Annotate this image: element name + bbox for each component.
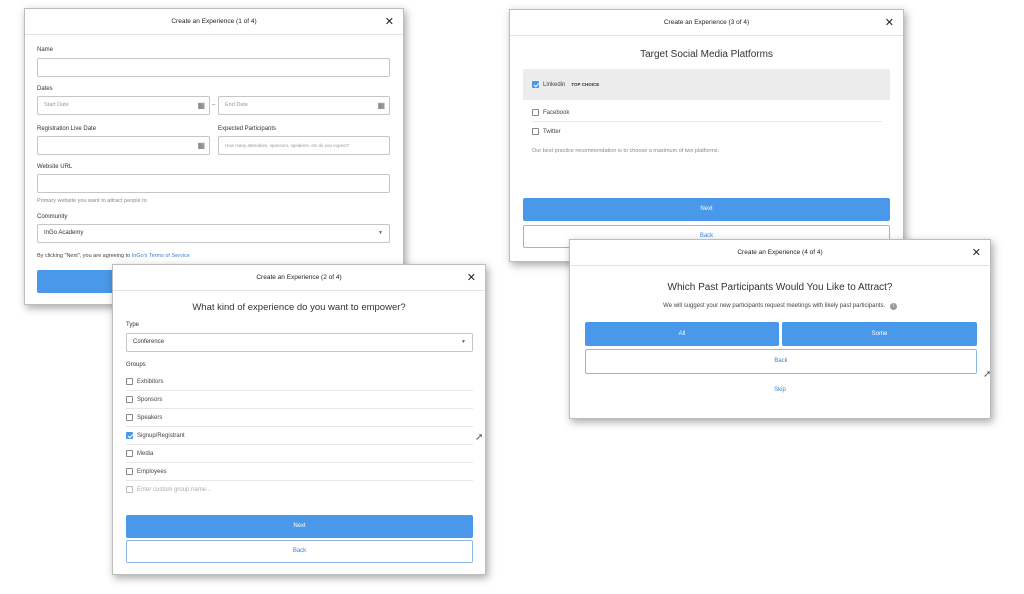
step2-next-button[interactable]: Next [126,515,473,538]
calendar-icon[interactable]: ▦ [197,140,205,151]
platform-recommendation: Our best practice recommendation is to c… [532,148,720,154]
employees-checkbox[interactable] [126,468,133,475]
step2-header: Create an Experience (2 of 4) ✕ [113,265,485,291]
community-select[interactable]: InGo Academy ▼ [37,224,390,243]
step3-next-button[interactable]: Next [523,198,890,221]
terms-link[interactable]: InGo's Terms of Service [132,253,190,259]
info-icon[interactable]: i [889,303,897,310]
platform-twitter-row[interactable]: Twitter [532,123,882,141]
group-label: Sponsors [137,397,163,403]
speakers-checkbox[interactable] [126,414,133,421]
platform-linkedin-row[interactable]: Linkedin TOP CHOICE [532,76,882,94]
step4-title: Create an Experience (4 of 4) [737,249,823,256]
step3-header: Create an Experience (3 of 4) ✕ [510,10,903,36]
step3-title: Create an Experience (3 of 4) [663,19,750,26]
facebook-label: Facebook [543,110,570,116]
step1-modal: Create an Experience (1 of 4) ✕ Name Dat… [24,8,404,305]
group-label: Speakers [137,415,163,421]
all-button[interactable]: All [585,322,779,346]
top-choice-badge: TOP CHOICE [571,82,600,87]
step1-next-button[interactable] [37,270,117,293]
type-value: Conference [133,339,165,345]
type-select[interactable]: Conference ▼ [126,333,473,352]
step4-modal: Create an Experience (4 of 4) ✕ Which Pa… [569,239,991,419]
dates-label: Dates [37,86,53,92]
community-label: Community [37,214,68,220]
step1-header: Create an Experience (1 of 4) ✕ [25,9,403,35]
group-row-signup[interactable]: Signup/Registrant [126,427,473,445]
sponsors-checkbox[interactable] [126,396,133,403]
community-value: InGo Academy [44,230,84,236]
step4-heading: Which Past Participants Would You Like t… [667,282,893,293]
step3-modal: Create an Experience (3 of 4) ✕ Target S… [509,9,904,262]
calendar-icon[interactable]: ▦ [197,100,205,111]
exhibitors-checkbox[interactable] [126,378,133,385]
groups-label: Groups [126,362,146,368]
skip-link[interactable]: Skip [750,387,810,393]
mouse-cursor-icon: ➚ [983,369,992,380]
step2-modal: Create an Experience (2 of 4) ✕ What kin… [112,264,486,575]
group-label: Media [137,451,154,457]
step3-close-icon[interactable]: ✕ [885,10,894,36]
chevron-down-icon: ▼ [461,339,466,345]
chevron-down-icon: ▼ [378,230,383,236]
custom-group-row[interactable]: Enter custom group name... [126,481,473,499]
media-checkbox[interactable] [126,450,133,457]
calendar-icon[interactable]: ▦ [377,100,385,111]
step2-heading: What kind of experience do you want to e… [192,302,406,313]
some-button[interactable]: Some [782,322,977,346]
terms-prefix: By clicking "Next", you are agreeing to [37,253,132,259]
group-row-sponsors[interactable]: Sponsors [126,391,473,409]
date-separator: – [212,102,216,108]
website-hint: Primary website you want to attract peop… [37,198,147,204]
step2-close-icon[interactable]: ✕ [467,265,476,291]
group-label: Signup/Registrant [137,433,185,439]
mouse-cursor-icon: ➚ [475,432,484,443]
group-row-media[interactable]: Media [126,445,473,463]
website-input[interactable] [37,174,390,193]
twitter-label: Twitter [543,129,561,135]
step4-close-icon[interactable]: ✕ [972,240,981,266]
registration-label: Registration Live Date [37,126,97,132]
name-label: Name [37,47,54,53]
start-date-input[interactable]: Start Date ▦ [37,96,210,115]
step1-close-icon[interactable]: ✕ [385,9,394,35]
step4-back-button[interactable]: Back [585,349,977,374]
terms-text: By clicking "Next", you are agreeing to … [37,253,190,259]
step4-subtext-row: We will suggest your new participants re… [570,303,990,310]
linkedin-checkbox[interactable] [532,81,539,88]
custom-group-checkbox[interactable] [126,486,133,493]
linkedin-label: Linkedin [543,82,566,88]
participants-input[interactable]: How many attendees, sponsors, speakers, … [218,136,390,155]
step3-heading: Target Social Media Platforms [640,49,773,60]
group-row-employees[interactable]: Employees [126,463,473,481]
group-label: Employees [137,469,167,475]
name-input[interactable] [37,58,390,77]
type-label: Type [126,322,140,328]
end-date-placeholder: End Date [225,102,248,108]
group-row-speakers[interactable]: Speakers [126,409,473,427]
step2-title: Create an Experience (2 of 4) [256,274,342,281]
twitter-checkbox[interactable] [532,128,539,135]
registration-date-input[interactable]: ▦ [37,136,210,155]
custom-group-input[interactable]: Enter custom group name... [137,481,211,499]
step4-subtext: We will suggest your new participants re… [663,303,886,309]
start-date-placeholder: Start Date [44,102,69,108]
step4-header: Create an Experience (4 of 4) ✕ [570,240,990,266]
signup-checkbox[interactable] [126,432,133,439]
step1-title: Create an Experience (1 of 4) [171,18,257,25]
participants-label: Expected Participants [218,126,277,132]
end-date-input[interactable]: End Date ▦ [218,96,390,115]
group-label: Exhibitors [137,379,164,385]
platform-facebook-row[interactable]: Facebook [532,104,882,122]
facebook-checkbox[interactable] [532,109,539,116]
step2-back-button[interactable]: Back [126,540,473,563]
website-label: Website URL [37,164,73,170]
group-row-exhibitors[interactable]: Exhibitors [126,373,473,391]
